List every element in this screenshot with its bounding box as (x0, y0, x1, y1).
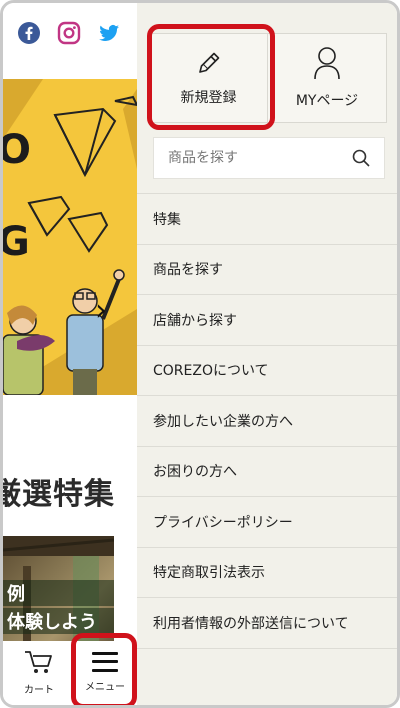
gift-caption-line-2: 体験しよう (3, 608, 114, 634)
banner-letter-1: O (3, 127, 31, 173)
menu-item-find-products[interactable]: 商品を探す (137, 245, 397, 295)
mypage-button[interactable]: MYページ (268, 33, 387, 123)
pencil-icon (198, 52, 219, 73)
menu-item-privacy-policy[interactable]: プライバシーポリシー (137, 497, 397, 548)
cart-button[interactable]: カート (13, 641, 65, 703)
gift-section-title: ギフト厳選特集 (3, 477, 115, 512)
cart-icon (25, 650, 52, 673)
cart-label: カート (24, 684, 54, 696)
search-box (153, 137, 385, 179)
mypage-label: MYページ (295, 93, 359, 109)
social-links (17, 21, 121, 45)
chevron-right-icon[interactable]: › (95, 293, 107, 328)
gift-feature-image[interactable]: 例 体験しよう (3, 536, 114, 641)
banner-letter-2: G (3, 219, 30, 265)
hero-banner[interactable]: O G › (3, 79, 137, 395)
facebook-icon[interactable] (17, 21, 41, 45)
menu-item-external-transmission[interactable]: 利用者情報の外部送信について (137, 598, 397, 649)
menu-button[interactable]: メニュー (75, 641, 135, 703)
bottom-nav: カート メニュー (3, 641, 137, 705)
gift-caption-line-1: 例 (3, 580, 114, 606)
menu-drawer: 新規登録 MYページ 特集 商品を探す 店舗から探す COREZOについて 参加 (137, 3, 397, 705)
account-buttons: 新規登録 MYページ (149, 33, 387, 123)
signup-label: 新規登録 (180, 90, 237, 106)
user-icon (314, 47, 340, 80)
twitter-icon[interactable] (97, 21, 121, 45)
menu-item-about[interactable]: COREZOについて (137, 346, 397, 396)
menu-list: 特集 商品を探す 店舗から探す COREZOについて 参加したい企業の方へ お困… (137, 193, 397, 649)
menu-item-find-by-store[interactable]: 店舗から探す (137, 295, 397, 346)
search-icon[interactable] (352, 149, 370, 167)
instagram-icon[interactable] (57, 21, 81, 45)
background-page: O G › ギフト厳選特集 例 体験しよう (3, 3, 137, 705)
menu-item-features[interactable]: 特集 (137, 194, 397, 245)
search-input[interactable] (168, 150, 352, 166)
phone-frame: O G › ギフト厳選特集 例 体験しよう (0, 0, 400, 708)
signup-button[interactable]: 新規登録 (149, 33, 268, 123)
menu-item-for-companies[interactable]: 参加したい企業の方へ (137, 396, 397, 447)
menu-item-commerce-law[interactable]: 特定商取引法表示 (137, 548, 397, 598)
menu-label: メニュー (85, 681, 125, 693)
hamburger-icon (92, 651, 118, 672)
menu-item-help[interactable]: お困りの方へ (137, 447, 397, 497)
